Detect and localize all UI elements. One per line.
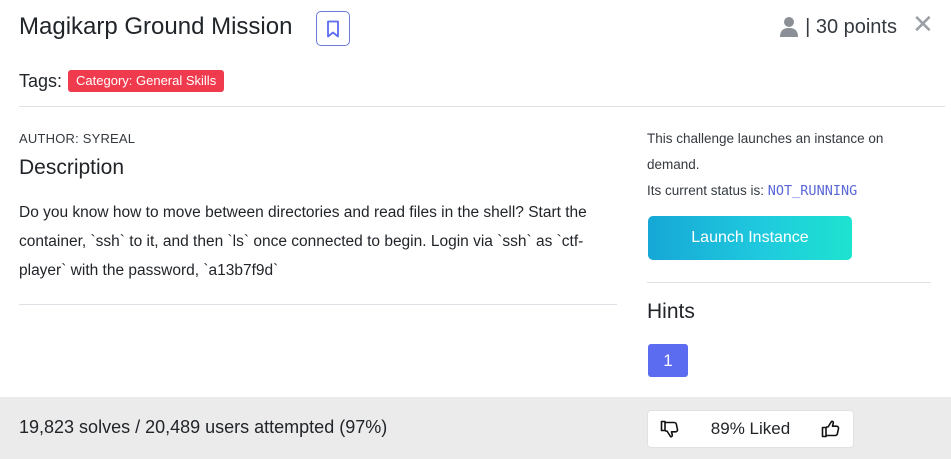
launch-instance-button[interactable]: Launch Instance (648, 216, 852, 260)
tags-label: Tags: (19, 70, 63, 91)
hints-heading: Hints (647, 300, 695, 323)
close-icon: ✕ (912, 9, 934, 39)
instance-info-line: This challenge launches an instance on d… (647, 131, 884, 172)
hints-divider (647, 282, 931, 283)
category-tag[interactable]: Category: General Skills (68, 70, 225, 92)
user-icon (780, 17, 799, 37)
like-widget: 89% Liked (647, 410, 854, 448)
thumbs-down-button[interactable] (660, 419, 680, 439)
instance-info: This challenge launches an instance on d… (647, 126, 927, 204)
header-divider (19, 106, 945, 107)
thumbs-down-icon (660, 420, 679, 438)
bookmark-button[interactable] (316, 11, 350, 46)
challenge-title: Magikarp Ground Mission (19, 13, 293, 40)
close-button[interactable]: ✕ (912, 10, 934, 38)
instance-status-line: Its current status is: NOT_RUNNING (647, 178, 927, 204)
solves-stats: 19,823 solves / 20,489 users attempted (… (19, 417, 388, 437)
status-label: Its current status is: (647, 183, 768, 198)
description-heading: Description (19, 156, 125, 179)
hint-button-1[interactable]: 1 (648, 344, 688, 377)
points-text: | 30 points (805, 16, 897, 38)
thumbs-up-button[interactable] (821, 419, 841, 439)
thumbs-up-icon (821, 420, 840, 438)
challenge-header: Magikarp Ground Mission | 30 points ✕ (0, 0, 951, 60)
description-text: Do you know how to move between director… (19, 204, 587, 279)
footer-bar: 19,823 solves / 20,489 users attempted (… (0, 397, 951, 459)
description-divider (19, 304, 617, 305)
bookmark-icon (327, 20, 339, 37)
author-label: AUTHOR: SYREAL (19, 131, 136, 146)
liked-percentage: 89% Liked (710, 419, 791, 438)
points-display: | 30 points (779, 14, 897, 40)
status-value: NOT_RUNNING (767, 183, 858, 199)
tags-row: Tags: Category: General Skills (19, 70, 225, 92)
